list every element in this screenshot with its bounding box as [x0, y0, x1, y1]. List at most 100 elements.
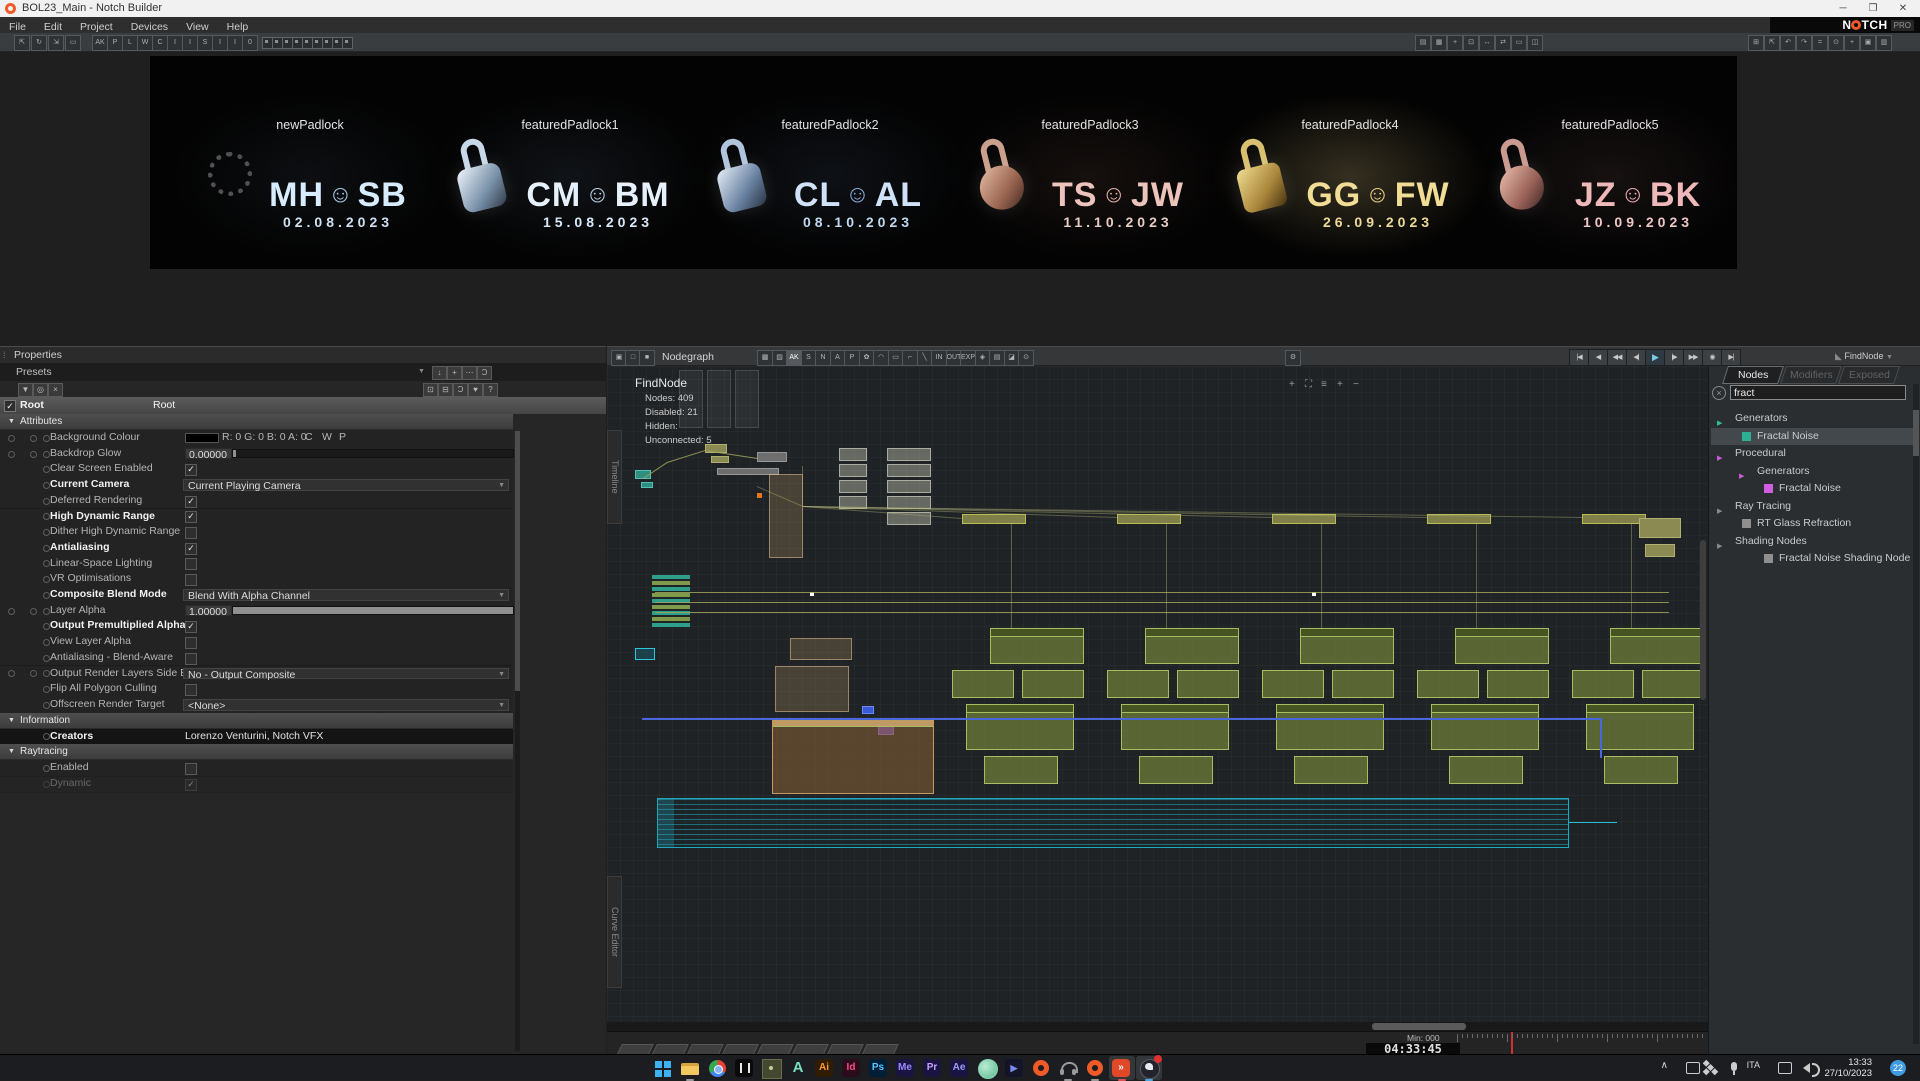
graph-node[interactable]	[1455, 628, 1549, 664]
keyframe-dot-icon[interactable]	[43, 560, 50, 567]
color-swatch[interactable]	[185, 433, 219, 443]
prop-number-input[interactable]: 0.00000	[185, 448, 232, 460]
playback-fastfwd-button[interactable]: ▶▶	[1683, 349, 1703, 366]
graph-node[interactable]	[1610, 628, 1704, 664]
toolbar-icon[interactable]: I	[212, 35, 228, 51]
playback-loopback-button[interactable]: ◀	[1588, 349, 1608, 366]
filter-button[interactable]: ◎	[33, 383, 48, 397]
toolbar-icon[interactable]: ⊙	[1828, 35, 1844, 51]
presets-button[interactable]: Ɔ	[477, 366, 492, 380]
graph-node[interactable]	[1639, 518, 1681, 538]
graph-node[interactable]	[887, 480, 931, 493]
toolbar-icon[interactable]: ⇱	[14, 35, 30, 51]
toolbar-icon[interactable]: ▣	[1860, 35, 1876, 51]
toolbar-icon[interactable]: ▤	[1415, 35, 1431, 51]
side-tab-timeline[interactable]: Timeline	[607, 430, 622, 524]
filter-button[interactable]: ▼	[18, 383, 33, 397]
prop-checkbox[interactable]	[185, 558, 197, 570]
color-channel-button[interactable]: W	[322, 430, 332, 446]
graph-node[interactable]	[1449, 756, 1523, 784]
find-window-dropdown[interactable]: ◣ FindNode ▼	[1835, 349, 1920, 364]
keyframe-dot-icon[interactable]	[43, 545, 50, 552]
tray-usb-device-icon[interactable]	[1686, 1062, 1700, 1074]
prop-dropdown[interactable]: No - Output Composite▼	[183, 668, 509, 680]
section-header-raytracing[interactable]: ▼Raytracing	[0, 744, 513, 760]
keyframe-dot-icon[interactable]	[43, 702, 50, 709]
section-header-information[interactable]: ▼Information	[0, 713, 513, 729]
indesign-taskbar-icon[interactable]: Id	[839, 1056, 865, 1080]
presets-button[interactable]: +	[447, 366, 462, 380]
notch-a-taskbar-icon[interactable]: A	[785, 1056, 811, 1080]
prop-checkbox[interactable]: ✓	[185, 779, 197, 791]
panel-button[interactable]: ♥	[468, 383, 483, 397]
render-viewport[interactable]: newPadlockMH☺SB02.08.2023featuredPadlock…	[150, 56, 1737, 269]
graph-node[interactable]	[1586, 704, 1694, 750]
prop-dropdown[interactable]: <None>▼	[183, 699, 509, 711]
canvas-control-icon[interactable]: −	[1353, 379, 1359, 390]
nodegraph-tool-icon[interactable]: ⊙	[1018, 350, 1034, 366]
prop-checkbox[interactable]: ✓	[185, 621, 197, 633]
prop-checkbox[interactable]	[185, 763, 197, 775]
toolbar-icon[interactable]: I	[167, 35, 183, 51]
graph-node[interactable]	[990, 628, 1084, 664]
nodegraph-tab-title[interactable]: Nodegraph	[662, 347, 714, 367]
graph-node[interactable]	[652, 593, 690, 597]
keyframe-dot-icon[interactable]	[43, 686, 50, 693]
tree-item-shading-nodes[interactable]: ▶Shading Nodes	[1711, 533, 1913, 550]
tray-chevron-icon[interactable]: ∧	[1661, 1060, 1668, 1071]
panel-button[interactable]: ⊡	[423, 383, 438, 397]
graph-node[interactable]	[1177, 670, 1239, 698]
graph-node[interactable]	[1139, 756, 1213, 784]
section-header-attributes[interactable]: ▼Attributes	[0, 414, 513, 430]
toolbar-icon[interactable]: AK	[92, 35, 108, 51]
graph-node[interactable]	[1572, 670, 1634, 698]
tree-item-ray-tracing[interactable]: ▶Ray Tracing	[1711, 498, 1913, 515]
filter-button[interactable]: ×	[48, 383, 63, 397]
playback-stepfwd-button[interactable]: |▶	[1664, 349, 1684, 366]
graph-node[interactable]	[652, 617, 690, 621]
keyframe-dot-icon[interactable]	[8, 608, 15, 615]
graph-node[interactable]	[775, 666, 849, 712]
keyframe-dot-icon[interactable]	[8, 670, 15, 677]
playback-loop-button[interactable]: ◉	[1702, 349, 1722, 366]
panel-grip-icon[interactable]: ⁞	[3, 347, 6, 363]
graph-node[interactable]	[635, 648, 655, 660]
tree-item-generators[interactable]: ▶Generators	[1711, 410, 1913, 427]
obs-taskbar-icon[interactable]	[1136, 1056, 1162, 1080]
language-indicator[interactable]: ITA	[1747, 1060, 1760, 1070]
notch-builder-2-taskbar-icon[interactable]	[1082, 1056, 1108, 1080]
toolbar-icon[interactable]: 0	[242, 35, 258, 51]
keyframe-dot-icon[interactable]	[43, 498, 50, 505]
tab-nodes[interactable]: Nodes	[1722, 366, 1784, 384]
toolbar-icon[interactable]: P	[107, 35, 123, 51]
chrome-taskbar-icon[interactable]	[704, 1056, 730, 1080]
toolbar-icon[interactable]: ▭	[65, 35, 81, 51]
keyframe-dot-icon[interactable]	[43, 466, 50, 473]
toolbar-icon[interactable]: ⇄	[1495, 35, 1511, 51]
graph-node[interactable]	[1145, 628, 1239, 664]
prop-checkbox[interactable]	[185, 653, 197, 665]
prop-slider[interactable]	[232, 606, 514, 616]
graph-node[interactable]	[952, 670, 1014, 698]
tree-item-procedural[interactable]: ▶Procedural	[1711, 445, 1913, 462]
graph-node[interactable]	[966, 704, 1074, 750]
panel-button[interactable]: ?	[483, 383, 498, 397]
notch-builder-taskbar-icon[interactable]	[1028, 1056, 1054, 1080]
prop-checkbox[interactable]	[185, 527, 197, 539]
photoshop-taskbar-icon[interactable]: Ps	[866, 1056, 892, 1080]
graph-node[interactable]	[652, 605, 690, 609]
keyframe-dot-icon[interactable]	[43, 435, 50, 442]
side-tab-curve-editor[interactable]: Curve Editor	[607, 876, 622, 988]
graph-node[interactable]	[1121, 704, 1229, 750]
playback-rewind-button[interactable]: ◀◀	[1607, 349, 1627, 366]
panel-button[interactable]: ⊟	[438, 383, 453, 397]
canvas-control-icon[interactable]: +	[1337, 379, 1343, 390]
monitor-toggle-icon[interactable]	[342, 37, 353, 49]
prop-slider[interactable]	[232, 449, 514, 459]
node-search-input[interactable]	[1730, 385, 1906, 400]
nodegraph-vscrollbar[interactable]	[1700, 540, 1706, 700]
graph-node[interactable]	[887, 464, 931, 477]
nodes-scrollbar[interactable]	[1913, 384, 1919, 1044]
keyframe-dot-icon[interactable]	[30, 670, 37, 677]
settings-gear-icon[interactable]: ⚙	[1285, 350, 1301, 366]
